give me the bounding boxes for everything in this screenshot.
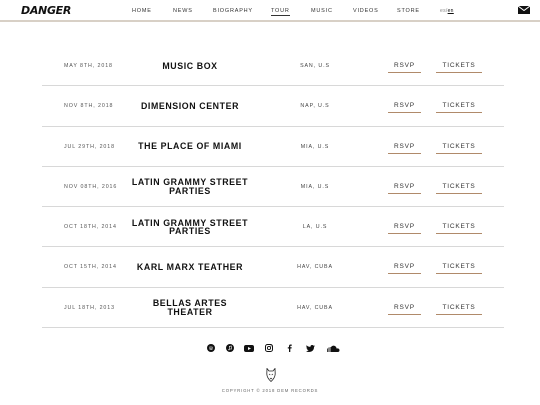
lang-en[interactable]: en bbox=[448, 8, 454, 14]
event-venue: LATIN GRAMMY STREET PARTIES bbox=[131, 217, 249, 237]
tour-dates-list: MAY 8TH, 2018 MUSIC BOX SAN, U.S RSVP TI… bbox=[42, 46, 504, 329]
language-switcher: es/en bbox=[440, 8, 454, 14]
tour-row: NOV 08TH, 2016 LATIN GRAMMY STREET PARTI… bbox=[42, 167, 504, 208]
event-location: HAV, CUBA bbox=[297, 304, 333, 311]
nav-music[interactable]: MUSIC bbox=[311, 8, 333, 14]
event-date: JUL 18TH, 2013 bbox=[64, 304, 115, 311]
nav-news[interactable]: NEWS bbox=[173, 8, 193, 14]
event-location: LA, U.S bbox=[302, 224, 328, 231]
nav-store[interactable]: STORE bbox=[397, 8, 420, 14]
tour-row: MAY 8TH, 2018 MUSIC BOX SAN, U.S RSVP TI… bbox=[42, 46, 504, 87]
event-location: SAN, U.S bbox=[300, 63, 330, 69]
rsvp-button[interactable]: RSVP bbox=[388, 101, 421, 114]
event-location: MIA, U.S bbox=[300, 183, 330, 190]
event-location: MIA, U.S bbox=[300, 143, 330, 150]
event-date: OCT 15TH, 2014 bbox=[64, 264, 117, 271]
event-date: NOV 8TH, 2018 bbox=[64, 103, 114, 110]
event-venue: DIMENSION CENTER bbox=[140, 101, 240, 112]
youtube-icon[interactable] bbox=[244, 343, 254, 353]
twitter-icon[interactable] bbox=[305, 343, 315, 353]
tour-row: OCT 15TH, 2014 KARL MARX TEATHER HAV, CU… bbox=[42, 247, 504, 288]
rsvp-button[interactable]: RSVP bbox=[388, 182, 421, 194]
facebook-icon[interactable] bbox=[284, 343, 294, 353]
envelope-icon[interactable] bbox=[518, 6, 530, 14]
itunes-icon[interactable] bbox=[225, 343, 235, 353]
nav-tour[interactable]: TOUR bbox=[271, 8, 290, 16]
event-date: MAY 8TH, 2018 bbox=[64, 63, 113, 69]
event-date: OCT 18TH, 2014 bbox=[64, 224, 117, 231]
tickets-button[interactable]: TICKETS bbox=[436, 262, 482, 275]
tickets-button[interactable]: TICKETS bbox=[436, 61, 482, 73]
spotify-icon[interactable] bbox=[206, 343, 216, 353]
instagram-icon[interactable] bbox=[264, 343, 274, 353]
event-venue: BELLAS ARTES THEATER bbox=[152, 298, 228, 317]
tour-row: OCT 18TH, 2014 LATIN GRAMMY STREET PARTI… bbox=[42, 207, 504, 248]
event-date: NOV 08TH, 2016 bbox=[64, 183, 118, 190]
event-date: JUL 29TH, 2018 bbox=[64, 143, 115, 150]
nav-biography[interactable]: BIOGRAPHY bbox=[213, 8, 253, 14]
rsvp-button[interactable]: RSVP bbox=[388, 303, 421, 315]
tickets-button[interactable]: TICKETS bbox=[436, 222, 482, 235]
tickets-button[interactable]: TICKETS bbox=[436, 182, 482, 194]
social-links bbox=[0, 343, 540, 355]
event-location: HAV, CUBA bbox=[297, 264, 333, 271]
tour-row: NOV 8TH, 2018 DIMENSION CENTER NAP, U.S … bbox=[42, 86, 504, 127]
rsvp-button[interactable]: RSVP bbox=[388, 262, 421, 275]
event-venue: MUSIC BOX bbox=[162, 60, 218, 71]
rsvp-button[interactable]: RSVP bbox=[388, 61, 421, 73]
tour-row: JUL 18TH, 2013 BELLAS ARTES THEATER HAV,… bbox=[42, 288, 504, 329]
tickets-button[interactable]: TICKETS bbox=[436, 303, 482, 315]
nav-videos[interactable]: VIDEOS bbox=[353, 8, 379, 14]
wolf-logo-icon bbox=[266, 367, 276, 383]
copyright-text: COPYRIGHT © 2018 DEM RECORDS bbox=[221, 388, 319, 393]
site-header: DANGER HOME NEWS BIOGRAPHY TOUR MUSIC VI… bbox=[0, 0, 540, 22]
soundcloud-icon[interactable] bbox=[326, 343, 340, 353]
main-nav: HOME NEWS BIOGRAPHY TOUR MUSIC VIDEOS ST… bbox=[0, 8, 540, 18]
event-venue: LATIN GRAMMY STREET PARTIES bbox=[131, 177, 249, 196]
tickets-button[interactable]: TICKETS bbox=[436, 142, 482, 154]
event-venue: KARL MARX TEATHER bbox=[136, 262, 244, 273]
rsvp-button[interactable]: RSVP bbox=[388, 222, 421, 235]
nav-home[interactable]: HOME bbox=[132, 8, 152, 14]
tour-row: JUL 29TH, 2018 THE PLACE OF MIAMI MIA, U… bbox=[42, 127, 504, 167]
event-location: NAP, U.S bbox=[300, 103, 330, 110]
rsvp-button[interactable]: RSVP bbox=[388, 142, 421, 154]
event-venue: THE PLACE OF MIAMI bbox=[138, 141, 242, 152]
tickets-button[interactable]: TICKETS bbox=[436, 101, 482, 114]
